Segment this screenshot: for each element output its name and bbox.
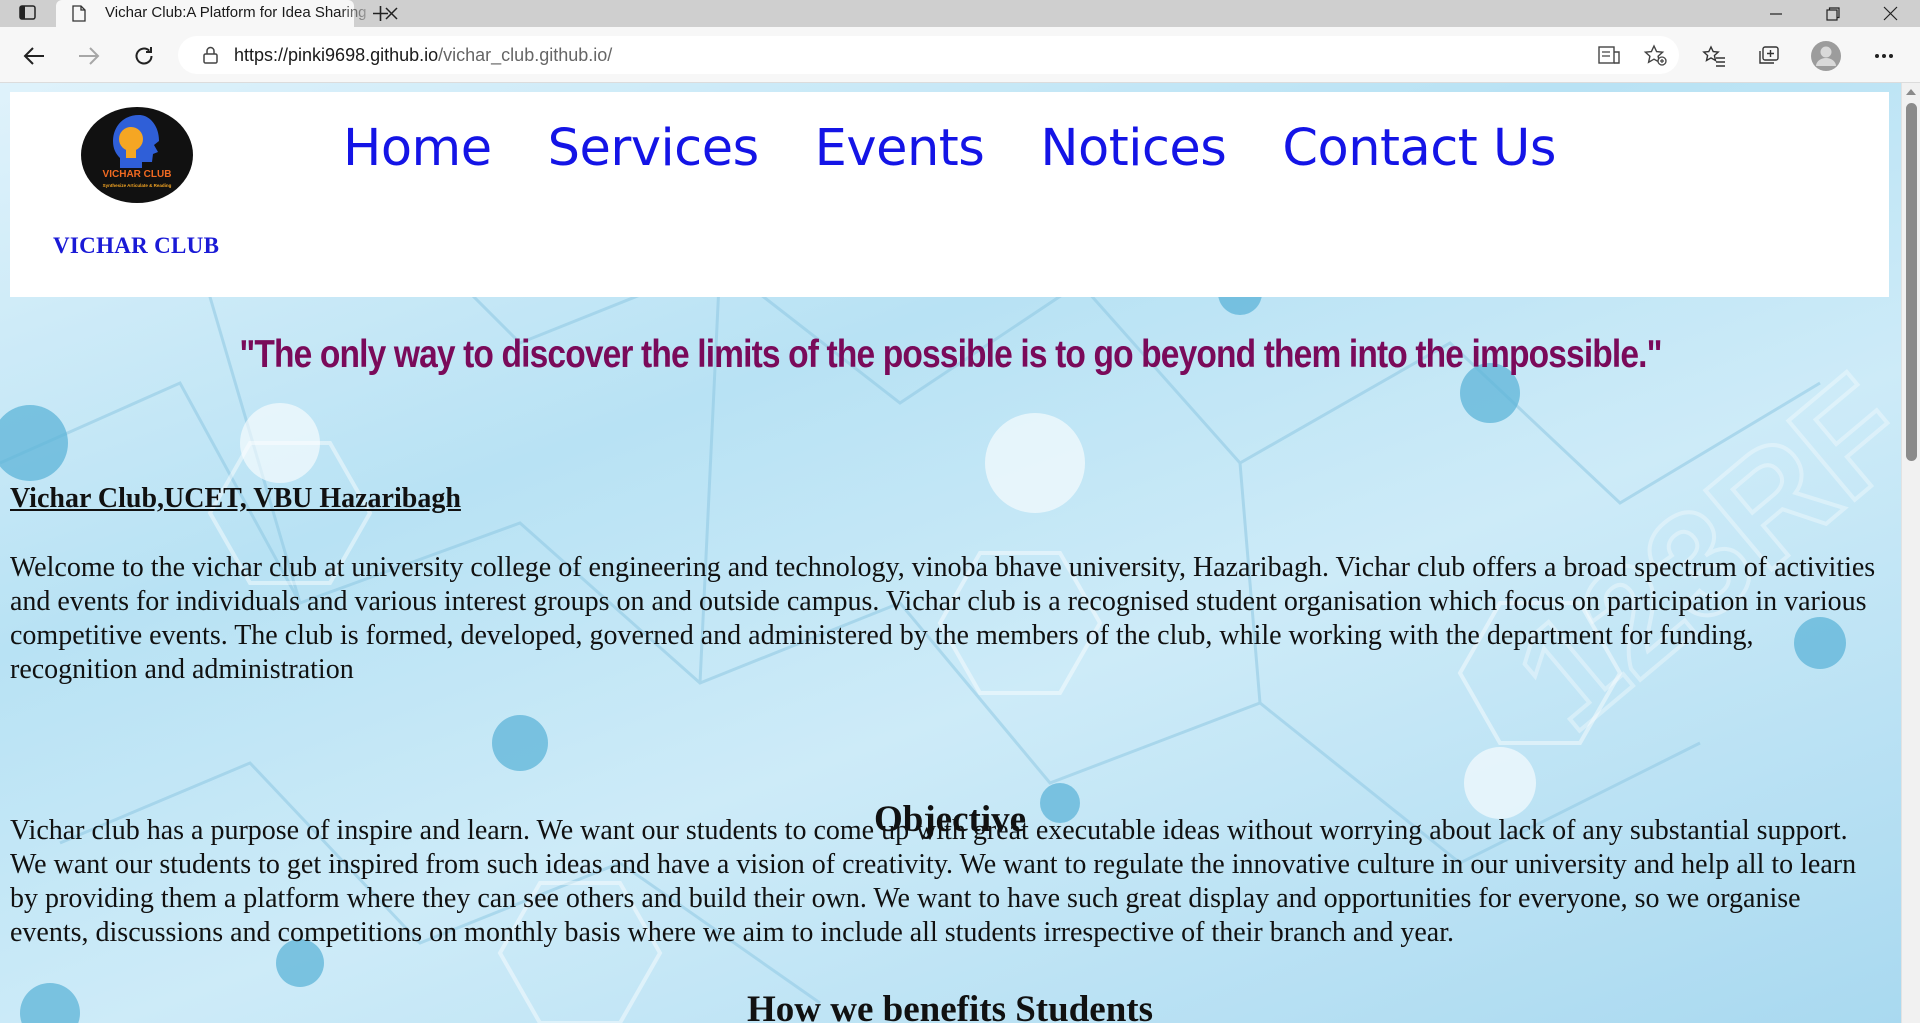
favorites-button[interactable] [1702,44,1726,68]
lock-icon[interactable] [202,46,219,64]
new-tab-icon[interactable] [371,4,390,23]
tab-title: Vichar Club:A Platform for Idea Sharing [105,4,367,21]
minimize-button[interactable] [1751,0,1801,27]
document-icon [72,5,86,22]
about-heading: Vichar Club,UCET, VBU Hazaribagh [10,483,461,514]
nav-home-link[interactable]: Home [343,114,492,184]
forward-arrow-icon [79,47,100,65]
logo-tagline: Synthesize Articulate & Reading [103,183,172,188]
nav-notices-link[interactable]: Notices [1040,114,1227,184]
address-bar[interactable]: https://pinki9698.github.io/vichar_club.… [178,36,1679,74]
inspirational-quote: "The only way to discover the limits of … [239,333,1662,376]
page-scrollbar[interactable] [1901,83,1920,1023]
scroll-up-arrow-icon[interactable] [1906,89,1916,95]
collections-icon [1759,46,1779,64]
restore-button[interactable] [1808,0,1858,27]
back-arrow-icon [23,47,44,65]
logo-text: VICHAR CLUB [103,169,172,180]
lightbulb-head-icon: VICHAR CLUB Synthesize Articulate & Read… [103,115,172,188]
close-window-button[interactable] [1865,0,1915,27]
collections-button[interactable] [1757,44,1781,68]
back-button[interactable] [22,44,46,68]
browser-tab-active[interactable]: Vichar Club:A Platform for Idea Sharing [56,0,398,27]
forward-button[interactable] [77,44,101,68]
scrollbar-thumb[interactable] [1906,103,1917,461]
url-host: https://pinki9698.github.io [234,45,439,65]
profile-button[interactable] [1811,41,1841,71]
more-options-icon [1875,54,1893,58]
browser-toolbar: https://pinki9698.github.io/vichar_club.… [0,27,1920,83]
favorites-icon [1702,45,1725,67]
minimize-icon [1770,12,1782,15]
objective-paragraph: Vichar club has a purpose of inspire and… [10,815,1857,948]
refresh-button[interactable] [132,44,156,68]
browser-tab-strip: Vichar Club:A Platform for Idea Sharing [0,0,1920,27]
add-favorite-icon[interactable] [1643,44,1667,66]
page-viewport: 123RF VICHAR CLUB Synthesize Articulate … [0,83,1901,1023]
settings-menu-button[interactable] [1872,44,1896,68]
nav-events-link[interactable]: Events [815,114,985,184]
url-path: /vichar_club.github.io/ [438,45,613,65]
site-header: VICHAR CLUB Synthesize Articulate & Read… [10,92,1889,297]
about-paragraph: Welcome to the vichar club at university… [10,552,1876,685]
vichar-club-logo[interactable]: VICHAR CLUB Synthesize Articulate & Read… [81,107,193,203]
club-name: VICHAR CLUB [53,233,220,258]
immersive-reader-icon[interactable] [1597,44,1621,66]
refresh-icon [135,47,153,65]
nav-contact-us-link[interactable]: Contact Us [1282,114,1556,184]
restore-icon [1826,6,1840,21]
nav-services-link[interactable]: Services [548,114,760,184]
url-text[interactable]: https://pinki9698.github.io/vichar_club.… [234,45,612,66]
tab-actions-icon[interactable] [19,5,36,20]
profile-avatar-icon [1811,41,1841,71]
main-navigation: Home Services Events Notices Contact Us [343,114,1556,184]
close-icon [1883,6,1897,21]
benefits-heading: How we benefits Students [747,989,1153,1023]
